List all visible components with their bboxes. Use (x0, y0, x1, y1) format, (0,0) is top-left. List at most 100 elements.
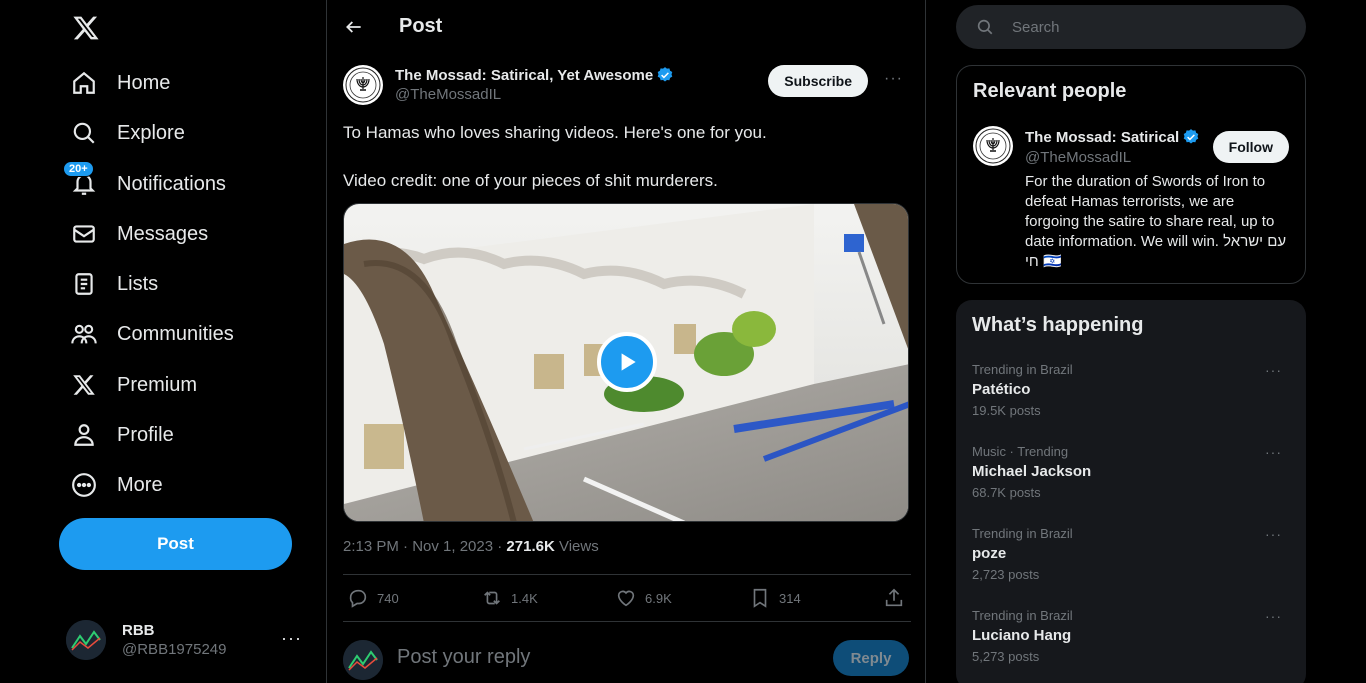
author-avatar[interactable] (973, 126, 1013, 166)
trend-count: 68.7K posts (972, 485, 1041, 500)
main-column: Post The Mossad: Satirical, Yet Awesome … (326, 0, 926, 683)
account-name: RBB (122, 622, 155, 639)
follow-button[interactable]: Follow (1212, 131, 1289, 163)
page-title: Post (399, 15, 443, 37)
nav-messages-label: Messages (117, 222, 209, 245)
person-icon (66, 417, 102, 453)
x-logo-icon (66, 367, 102, 403)
relevant-people-panel: Relevant people The Mossad: Satirical @T… (956, 65, 1306, 284)
nav-explore-label: Explore (117, 121, 185, 144)
share-icon (885, 588, 903, 607)
relevant-person-bio: For the duration of Swords of Iron to de… (1025, 173, 1287, 270)
tweet-video[interactable] (343, 203, 909, 522)
tweet-text-line: To Hamas who loves sharing videos. Here'… (343, 123, 767, 142)
trend-count: 2,723 posts (972, 567, 1040, 582)
more-dots-icon[interactable]: ··· (884, 70, 903, 88)
trend-item[interactable]: Trending in Brazil Luciano Hang 5,273 po… (972, 608, 1292, 678)
more-dots-icon[interactable]: ··· (1265, 444, 1282, 460)
heart-icon (617, 590, 635, 607)
envelope-icon (66, 216, 102, 252)
more-dots-icon[interactable]: ··· (1265, 608, 1282, 624)
view-count: 271.6K (506, 538, 555, 555)
nav-home[interactable]: Home (66, 61, 170, 105)
trend-title: Luciano Hang (972, 627, 1072, 644)
repost-action[interactable]: 1.4K (481, 587, 538, 609)
like-count: 6.9K (645, 590, 672, 606)
back-arrow-icon[interactable] (343, 16, 365, 38)
trend-item[interactable]: Trending in Brazil Patético 19.5K posts … (972, 362, 1292, 432)
nav-home-label: Home (117, 71, 171, 94)
nav-more-label: More (117, 473, 163, 496)
nav-premium[interactable]: Premium (66, 363, 197, 407)
reply-composer: Post your reply Reply (343, 636, 911, 680)
relevant-person-name[interactable]: The Mossad: Satirical (1025, 128, 1200, 146)
trend-title: Patético (972, 381, 1031, 398)
reply-action[interactable]: 740 (347, 587, 399, 609)
repost-icon (484, 591, 500, 605)
subscribe-button[interactable]: Subscribe (768, 65, 868, 97)
trend-context: Trending in Brazil (972, 608, 1073, 623)
x-logo-icon[interactable] (66, 8, 106, 48)
reply-count: 740 (377, 590, 399, 606)
reply-icon (349, 589, 367, 608)
nav-premium-label: Premium (117, 373, 198, 396)
tweet-timestamp[interactable]: 2:13 PM · Nov 1, 2023 · (343, 538, 506, 555)
notifications-badge: 20+ (63, 161, 94, 177)
home-icon (66, 65, 102, 101)
nav-profile[interactable]: Profile (66, 413, 174, 457)
relevant-person-handle: @TheMossadIL (1025, 149, 1132, 166)
nav-communities-label: Communities (117, 322, 234, 345)
page: Home Explore 20+ Notifications Messages (0, 0, 1366, 683)
more-dots-icon[interactable]: ··· (1265, 362, 1282, 378)
nav-lists-label: Lists (117, 272, 159, 295)
search-icon (977, 19, 993, 35)
whats-happening-panel: What’s happening Trending in Brazil Paté… (956, 300, 1306, 683)
nav-notifications-label: Notifications (117, 172, 226, 195)
trend-count: 5,273 posts (972, 649, 1040, 664)
trend-title: Michael Jackson (972, 463, 1092, 480)
search-icon (66, 115, 102, 151)
verified-badge-icon (1182, 128, 1200, 146)
nav-explore[interactable]: Explore (66, 111, 185, 155)
account-handle: @RBB1975249 (122, 641, 227, 658)
people-icon (66, 316, 102, 352)
reply-input[interactable]: Post your reply (397, 646, 530, 669)
repost-count: 1.4K (511, 590, 538, 606)
more-dots-icon[interactable]: ··· (1265, 526, 1282, 542)
more-dots-icon[interactable]: ··· (281, 628, 302, 649)
avatar (343, 640, 383, 680)
main-header: Post (327, 0, 925, 53)
search-input[interactable] (1012, 18, 1292, 36)
trend-count: 19.5K posts (972, 403, 1041, 418)
author-name[interactable]: The Mossad: Satirical, Yet Awesome (395, 66, 674, 84)
author-handle: @TheMossadIL (395, 86, 502, 103)
author-name-text: The Mossad: Satirical, Yet Awesome (395, 66, 654, 84)
nav-notifications[interactable]: 20+ Notifications (63, 161, 226, 206)
bell-icon: 20+ (63, 161, 102, 202)
avatar (66, 620, 106, 660)
nav-messages[interactable]: Messages (66, 212, 208, 256)
post-button[interactable]: Post (59, 518, 292, 570)
tweet-actions: 740 1.4K 6.9K 314 (343, 574, 911, 622)
tweet-meta: 2:13 PM · Nov 1, 2023 · 271.6K Views (343, 538, 599, 555)
relevant-person-name-text: The Mossad: Satirical (1025, 128, 1180, 146)
account-switcher[interactable]: RBB @RBB1975249 ··· (66, 610, 316, 670)
bookmark-action[interactable]: 314 (749, 587, 801, 609)
bookmark-count: 314 (779, 590, 801, 606)
bookmark-icon (753, 588, 767, 608)
trend-item[interactable]: Music · Trending Michael Jackson 68.7K p… (972, 444, 1292, 514)
reply-button[interactable]: Reply (833, 640, 909, 676)
play-button-icon[interactable] (597, 332, 657, 392)
nav-more[interactable]: More (66, 463, 163, 507)
verified-badge-icon (656, 66, 674, 84)
tweet-text-line: Video credit: one of your pieces of shit… (343, 171, 718, 190)
nav-lists[interactable]: Lists (66, 262, 158, 306)
views-label: Views (554, 538, 599, 555)
search-bar[interactable] (956, 5, 1306, 49)
more-circle-icon (66, 467, 102, 503)
author-avatar[interactable] (343, 65, 383, 105)
share-action[interactable] (883, 587, 905, 609)
nav-communities[interactable]: Communities (66, 312, 234, 356)
like-action[interactable]: 6.9K (615, 587, 672, 609)
trend-item[interactable]: Trending in Brazil poze 2,723 posts ··· (972, 526, 1292, 596)
